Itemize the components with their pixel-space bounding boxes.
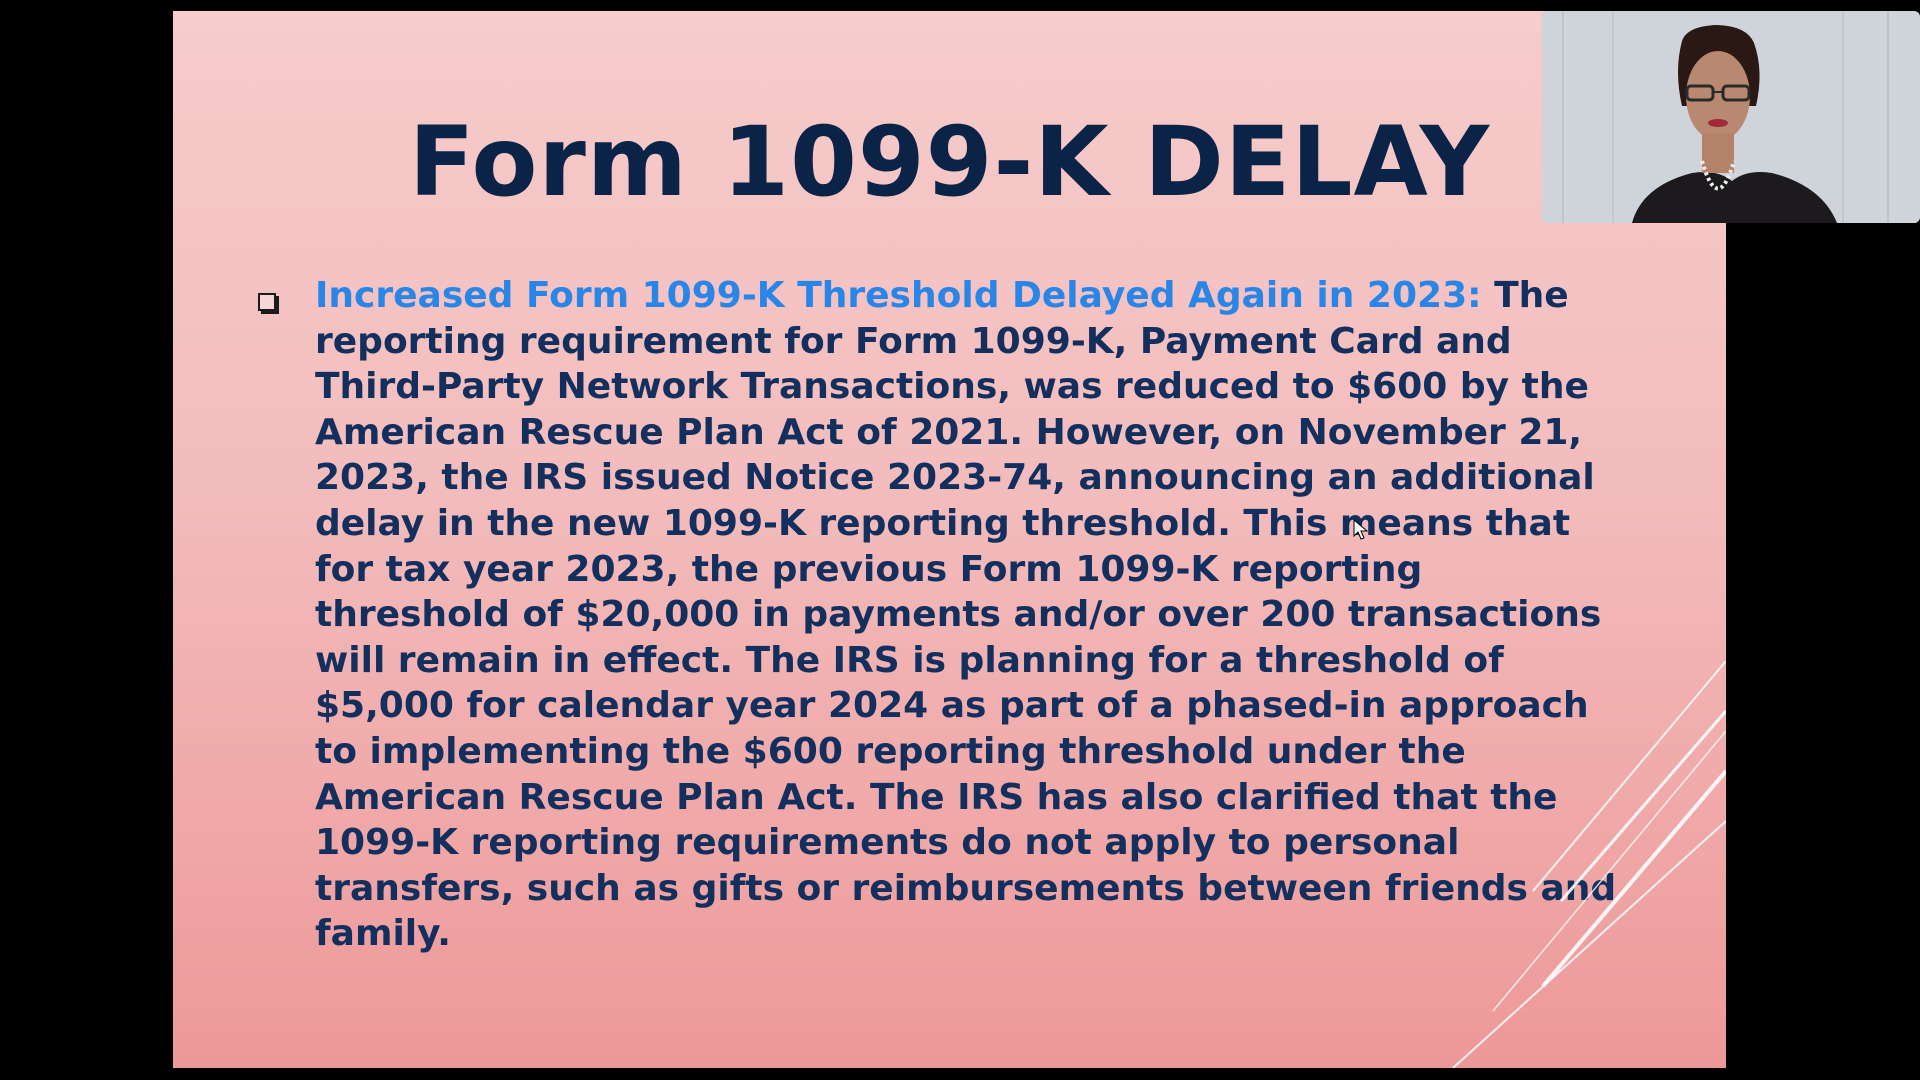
- presentation-slide: Form 1099-K DELAY Increased Form 1099-K …: [173, 11, 1726, 1068]
- checkbox-bullet-icon: [258, 293, 276, 311]
- slide-title: Form 1099-K DELAY: [408, 106, 1491, 218]
- mouse-pointer-icon: [1353, 519, 1369, 540]
- presenter-webcam-feed: [1542, 11, 1920, 223]
- bullet-text: Increased Form 1099-K Threshold Delayed …: [315, 273, 1618, 957]
- bullet-lead-text: Increased Form 1099-K Threshold Delayed …: [315, 275, 1482, 316]
- screen-share-frame: Form 1099-K DELAY Increased Form 1099-K …: [0, 0, 1920, 1080]
- presenter-video-icon: [1542, 11, 1920, 223]
- bullet-item: Increased Form 1099-K Threshold Delayed …: [258, 273, 1618, 957]
- bullet-body-text: The reporting requirement for Form 1099-…: [315, 275, 1617, 955]
